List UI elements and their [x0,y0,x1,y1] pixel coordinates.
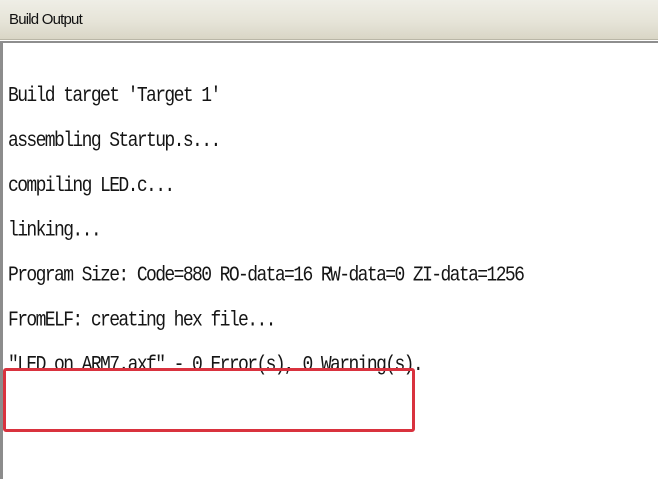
window-titlebar[interactable]: Build Output [0,0,658,40]
log-line: Program Size: Code=880 RO-data=16 RW-dat… [8,263,525,288]
log-line: FromELF: creating hex file... [8,308,276,333]
result-highlight-box [3,368,415,432]
build-output-log[interactable]: Build target 'Target 1' assembling Start… [8,74,653,388]
log-line: compiling LED.c... [8,174,175,198]
output-frame-top [0,41,658,69]
log-line: assembling Startup.s... [8,129,221,154]
window-title: Build Output [9,11,83,28]
build-output-window: Build Output Build target 'Target 1' ass… [0,0,658,479]
log-line: linking... [8,219,102,243]
log-line: Build target 'Target 1' [8,84,221,109]
